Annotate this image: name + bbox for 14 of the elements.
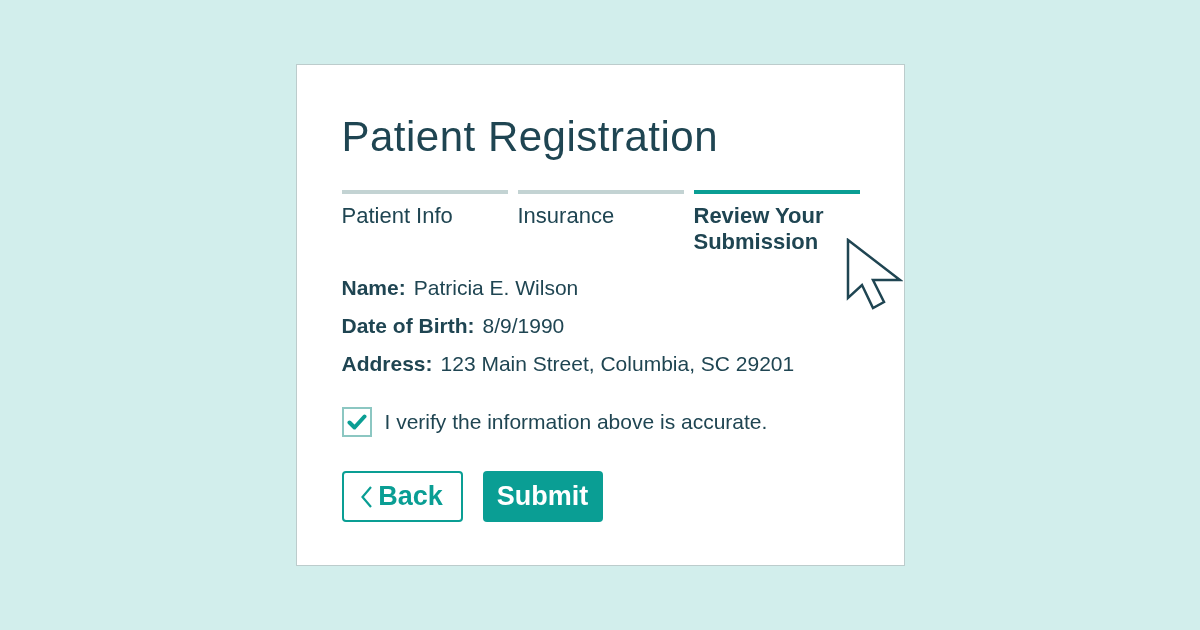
checkmark-icon [346, 414, 367, 430]
verify-checkbox[interactable] [341, 407, 372, 437]
field-value: Patricia E. Wilson [413, 275, 579, 301]
chevron-left-icon [361, 485, 373, 508]
field-label: Name: [341, 275, 406, 301]
step-tab[interactable]: Patient Info [341, 203, 508, 229]
field-value: 123 Main Street, Columbia, SC 29201 [440, 351, 795, 377]
verify-label: I verify the information above is accurate. [384, 409, 768, 435]
form-title: Patient Registration [341, 113, 719, 161]
field-label: Address: [341, 351, 433, 377]
field-label: Date of Birth: [341, 313, 475, 339]
field-value: 8/9/1990 [482, 313, 565, 339]
step-tab[interactable]: Review Your Submission [693, 203, 860, 255]
step-tab[interactable]: Insurance [517, 203, 684, 229]
